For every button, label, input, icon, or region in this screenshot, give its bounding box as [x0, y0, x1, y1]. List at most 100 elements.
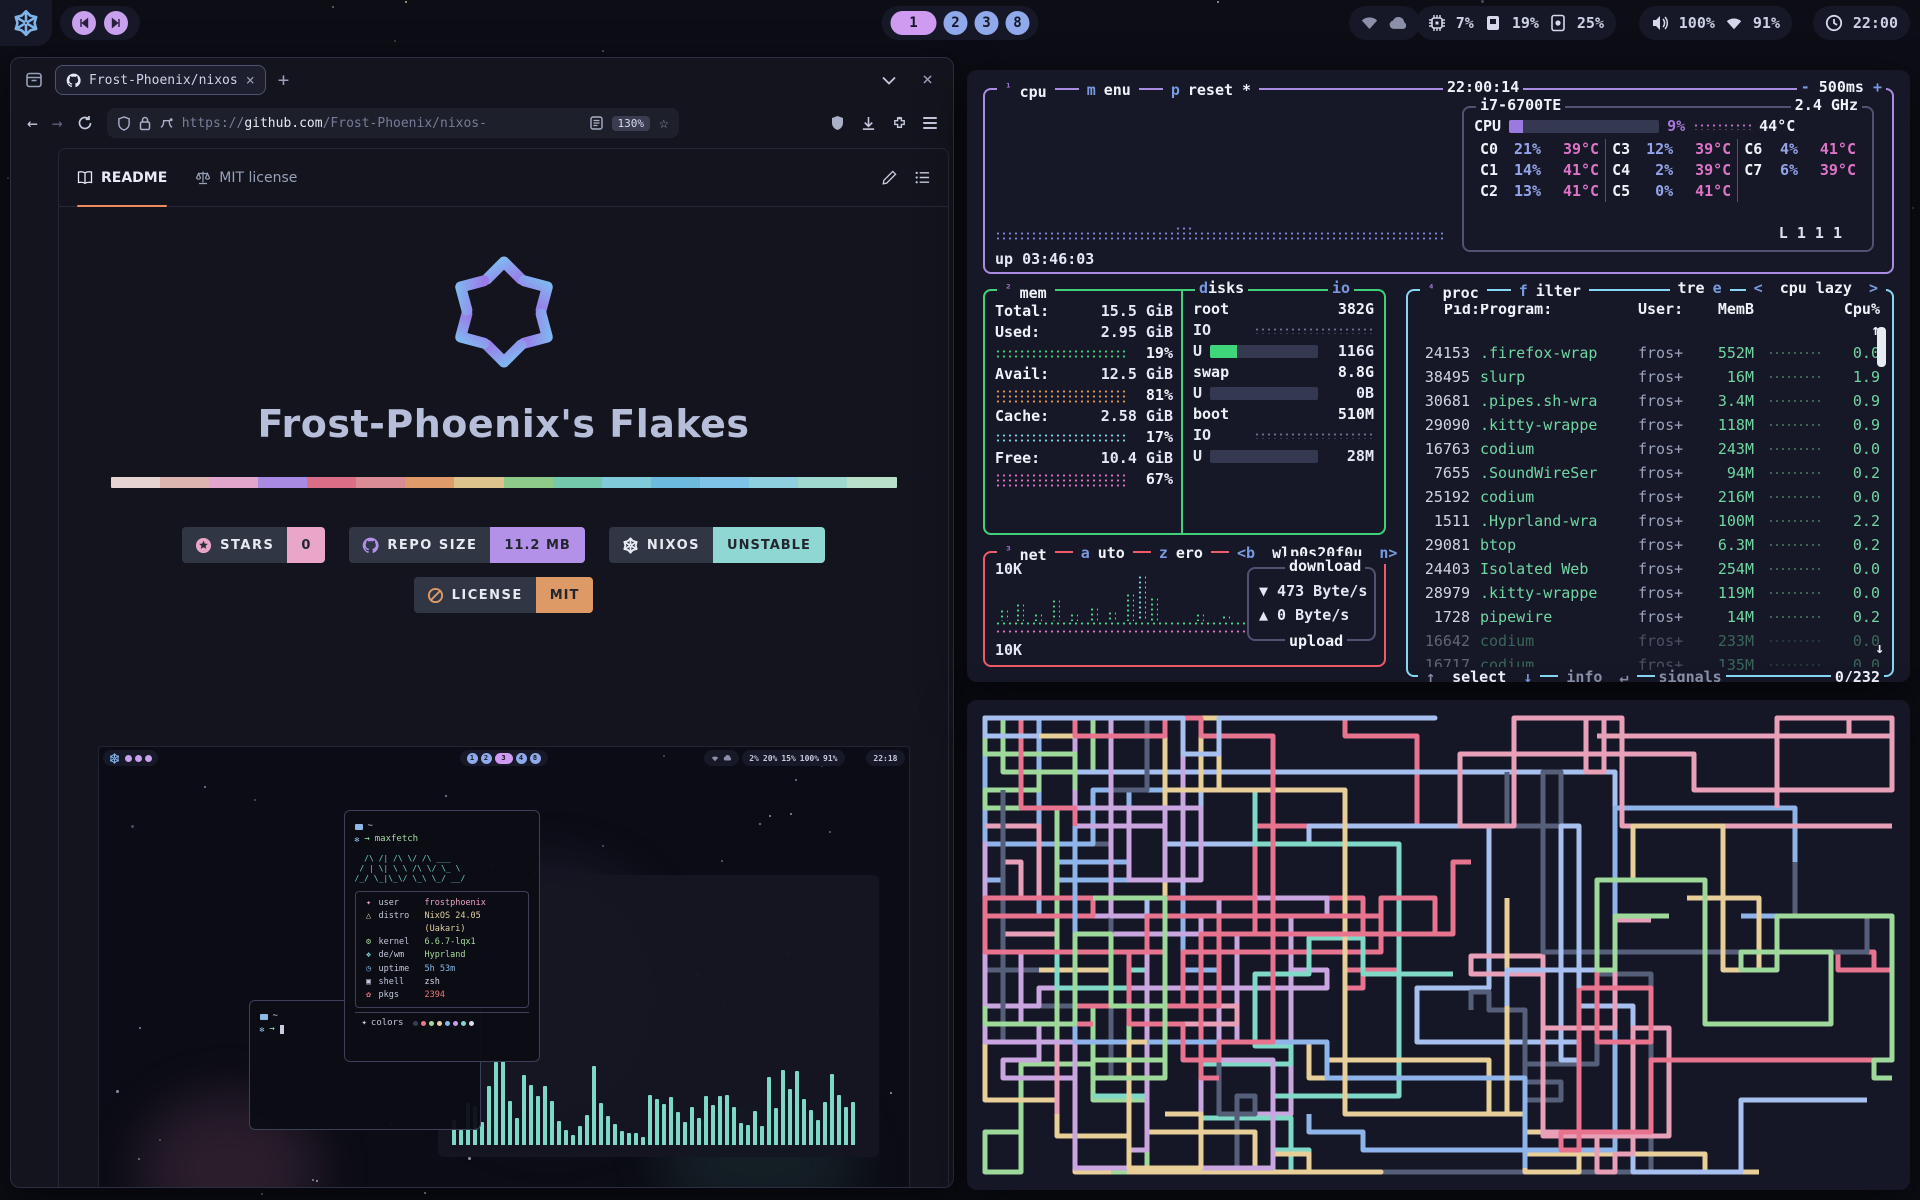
workspace-2[interactable]: 2	[944, 11, 968, 35]
outline-list-icon[interactable]	[915, 170, 930, 185]
mem-row-cache: Cache:2.58 GiB	[995, 406, 1173, 427]
edit-pencil-icon[interactable]	[882, 170, 897, 185]
proc-select-control[interactable]: ↑ select ↓	[1418, 667, 1540, 682]
proc-signals-button[interactable]: signals	[1655, 667, 1726, 682]
download-icon[interactable]	[861, 116, 876, 131]
cava-bar	[508, 1101, 512, 1145]
new-tab-button[interactable]: +	[278, 71, 289, 90]
mem-box-title[interactable]: ²mem	[997, 278, 1055, 304]
menu-hamburger-icon[interactable]	[923, 117, 937, 129]
proc-scrollbar[interactable]	[1877, 327, 1886, 367]
proc-box-title[interactable]: ⁴proc	[1420, 278, 1487, 304]
workspace-4[interactable]: 4	[516, 753, 527, 764]
proc-row-30681[interactable]: 30681.pipes.sh-wrafros+3.4M0.9	[1408, 389, 1892, 413]
proc-row-28979[interactable]: 28979.kitty-wrappefros+119M0.0	[1408, 581, 1892, 605]
rainbow-segment	[356, 477, 405, 488]
screenshot-stats: 2%20%15%100%91%	[742, 750, 844, 766]
btop-preset-button[interactable]: preset *	[1163, 80, 1259, 101]
sidebar-toggle-icon[interactable]	[25, 71, 43, 89]
net-auto-button[interactable]: auto	[1073, 543, 1133, 564]
toolbar-extensions	[830, 115, 937, 131]
tab-bar: Frost-Phoenix/nixos × + ×	[11, 58, 953, 102]
clock-widget[interactable]: 22:00	[1813, 6, 1910, 40]
proc-row-38495[interactable]: 38495slurpfros+16M1.9	[1408, 365, 1892, 389]
proc-tree-button[interactable]: tree	[1670, 278, 1730, 299]
cpu-frequency: 2.4 GHz	[1791, 95, 1862, 116]
media-next-button[interactable]	[104, 11, 128, 35]
proc-sort-control[interactable]: < cpu lazy >	[1746, 278, 1886, 299]
proc-row-24403[interactable]: 24403Isolated Webfros+254M0.0	[1408, 557, 1892, 581]
proc-row-7655[interactable]: 7655.SoundWireSerfros+94M0.2	[1408, 461, 1892, 485]
license-label: MIT license	[219, 170, 297, 186]
net-zero-button[interactable]: zero	[1151, 543, 1211, 564]
tab-mit-license[interactable]: MIT license	[195, 149, 297, 207]
btop-menu-button[interactable]: menu	[1079, 80, 1139, 101]
core-C7: C76%39°C	[1744, 160, 1856, 181]
download-label: download	[1285, 556, 1365, 577]
proc-filter-button[interactable]: filter	[1511, 281, 1589, 302]
workspace-3[interactable]: 3	[975, 11, 999, 35]
workspace-8[interactable]: 8	[530, 753, 541, 764]
proc-info-button[interactable]: info ↵	[1558, 667, 1636, 682]
rainbow-segment	[405, 477, 454, 488]
volume-level: 100%	[1679, 14, 1715, 32]
proc-row-1728[interactable]: 1728pipewirefros+14M0.2	[1408, 605, 1892, 629]
tab-readme[interactable]: README	[77, 149, 167, 207]
badge-repo-size[interactable]: REPO SIZE11.2 MB	[349, 527, 584, 563]
badge-nixos[interactable]: NIXOSUNSTABLE	[609, 527, 825, 563]
reload-button[interactable]	[77, 115, 93, 131]
workspace-1[interactable]: 1	[467, 753, 478, 764]
network-indicators[interactable]	[1349, 6, 1420, 40]
proc-row-25192[interactable]: 25192codiumfros+216M0.0	[1408, 485, 1892, 509]
system-stats[interactable]: 7% 19% 25%	[1416, 6, 1616, 40]
badge-row-license: LICENSEMIT	[414, 577, 594, 613]
browser-tab[interactable]: Frost-Phoenix/nixos ×	[55, 65, 266, 95]
workspace-2[interactable]: 2	[481, 753, 492, 764]
extensions-puzzle-icon[interactable]	[892, 116, 907, 131]
proc-row-1511[interactable]: 1511.Hyprland-wrafros+100M2.2	[1408, 509, 1892, 533]
tab-title: Frost-Phoenix/nixos	[89, 73, 238, 88]
shield-permissions-icon[interactable]	[117, 116, 131, 131]
workspace-3[interactable]: 3	[495, 753, 513, 764]
skip-back-icon	[78, 17, 90, 29]
book-icon	[77, 170, 93, 185]
rainbow-segment	[798, 477, 847, 488]
tab-close-icon[interactable]: ×	[246, 73, 255, 88]
lock-icon[interactable]	[139, 116, 151, 131]
media-previous-button[interactable]	[72, 11, 96, 35]
proc-scroll-down-arrow[interactable]: ↓	[1875, 638, 1884, 659]
cpu-box-title[interactable]: ¹cpu	[997, 77, 1055, 103]
wifi-strength-icon	[1725, 14, 1743, 32]
core-C5: C50%41°C	[1612, 181, 1731, 202]
back-button[interactable]: ←	[27, 113, 38, 134]
container-tab-icon[interactable]	[159, 117, 174, 130]
rainbow-segment	[258, 477, 307, 488]
window-close-button[interactable]: ×	[922, 71, 933, 89]
proc-row-16642[interactable]: 16642codiumfros+233M0.0	[1408, 629, 1892, 653]
media-controls	[60, 6, 140, 40]
cava-bar	[725, 1095, 729, 1145]
reader-mode-icon[interactable]	[590, 116, 603, 130]
io-title[interactable]: io	[1328, 278, 1354, 299]
proc-row-16763[interactable]: 16763codiumfros+243M0.0	[1408, 437, 1892, 461]
proc-row-29081[interactable]: 29081btopfros+6.3M0.2	[1408, 533, 1892, 557]
forward-button[interactable]: →	[52, 113, 63, 134]
proc-row-29090[interactable]: 29090.kitty-wrappefros+118M0.9	[1408, 413, 1892, 437]
badge-stars[interactable]: STARS0	[182, 527, 325, 563]
tab-list-chevron-icon[interactable]	[882, 76, 896, 85]
workspace-1[interactable]: 1	[891, 11, 937, 35]
proc-row-24153[interactable]: 24153.firefox-wrapfros+552M0.0	[1408, 341, 1892, 365]
adblock-shield-icon[interactable]	[830, 115, 845, 131]
zoom-level-badge[interactable]: 130%	[612, 116, 651, 131]
nixos-menu-button[interactable]	[0, 0, 52, 46]
net-history-graph	[995, 563, 1245, 655]
cava-bar	[837, 1095, 841, 1145]
audio-network-stats[interactable]: 100% 91%	[1639, 6, 1792, 40]
workspace-8[interactable]: 8	[1006, 11, 1030, 35]
disks-title[interactable]: disks	[1195, 278, 1248, 299]
screenshot-flake-icon	[109, 753, 120, 764]
url-bar[interactable]: https://github.com/Frost-Phoenix/nixos- …	[107, 108, 679, 138]
bookmark-star-icon[interactable]: ☆	[659, 115, 669, 131]
cava-bar	[522, 1075, 526, 1145]
badge-license[interactable]: LICENSEMIT	[414, 577, 594, 613]
